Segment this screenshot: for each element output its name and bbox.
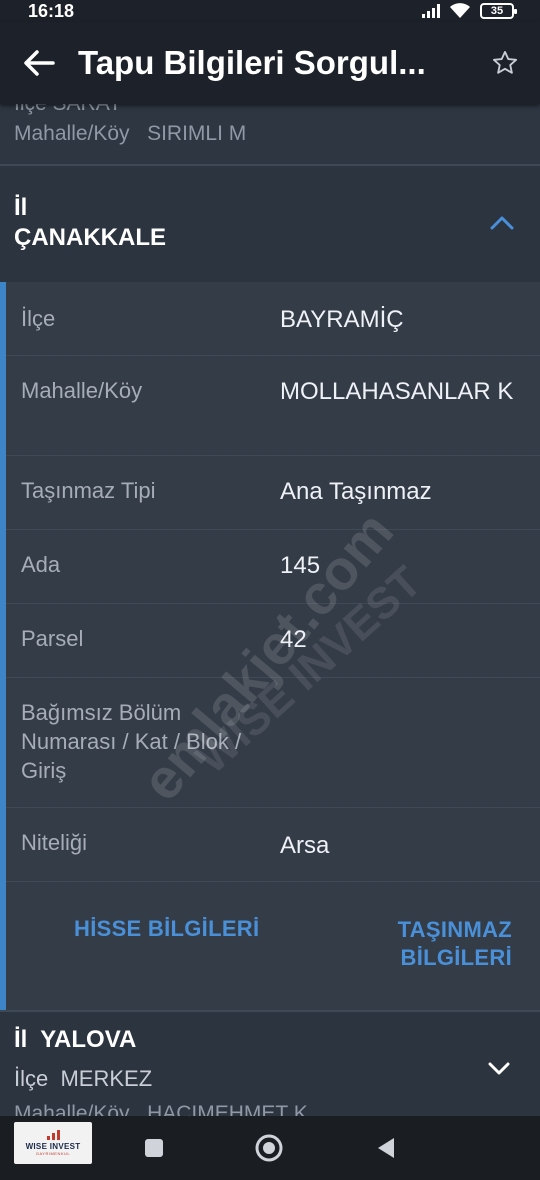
detail-row-bagimsiz-bolum: Bağımsız Bölüm Numarası / Kat / Blok / G… <box>6 678 540 808</box>
il-label: İl <box>14 194 28 221</box>
detail-value: 42 <box>280 626 307 653</box>
next-il-row: İl YALOVA <box>14 1026 136 1054</box>
next-mahalle-value: HACIMEHMET K <box>147 1102 308 1116</box>
favorite-button[interactable] <box>470 22 540 104</box>
previous-record-card[interactable]: İlçe SARAY Mahalle/Köy SIRIMLI M <box>0 104 540 164</box>
wifi-icon <box>450 3 470 18</box>
detail-label: Mahalle/Köy <box>21 378 143 403</box>
detail-row-parsel: Parsel 42 <box>6 604 540 678</box>
detail-value: 145 <box>280 552 321 579</box>
back-button[interactable] <box>0 22 78 104</box>
previous-mahalle-row: Mahalle/Köy SIRIMLI M <box>14 122 246 146</box>
logo-bars-icon <box>46 1130 60 1140</box>
expand-button[interactable] <box>488 1062 510 1080</box>
detail-label: Niteliği <box>21 830 88 855</box>
app-bar: Tapu Bilgileri Sorgul... <box>0 22 540 104</box>
next-mahalle-label: Mahalle/Köy <box>14 1102 130 1116</box>
previous-ilce-text: İlçe SARAY <box>14 104 122 116</box>
detail-row-niteligi: Niteliği Arsa <box>6 808 540 882</box>
detail-label: Parsel <box>21 626 84 651</box>
next-mahalle-row: Mahalle/Köy HACIMEHMET K <box>14 1102 308 1116</box>
next-il-value: YALOVA <box>40 1026 137 1053</box>
chevron-up-icon <box>490 216 514 230</box>
nav-back-button[interactable] <box>368 1130 404 1166</box>
status-icons: 35 <box>422 3 517 19</box>
detail-value: Arsa <box>280 832 330 859</box>
current-record-header[interactable]: İl ÇANAKKALE <box>0 166 540 282</box>
next-ilce-value: MERKEZ <box>60 1066 153 1091</box>
status-bar: 16:18 35 <box>0 0 540 22</box>
square-icon <box>145 1139 163 1157</box>
home-circle-icon <box>255 1134 283 1162</box>
battery-icon: 35 <box>480 3 517 19</box>
il-value: ÇANAKKALE <box>14 224 166 251</box>
detail-actions: HİSSE BİLGİLERİ TAŞINMAZ BİLGİLERİ <box>6 880 540 1010</box>
triangle-back-icon <box>378 1138 394 1158</box>
tasinmaz-bilgileri-button[interactable]: TAŞINMAZ BİLGİLERİ <box>362 916 512 972</box>
previous-mahalle-value: SIRIMLI M <box>147 122 247 145</box>
detail-row-ilce: İlçe BAYRAMİÇ <box>6 282 540 356</box>
detail-label: İlçe <box>21 306 56 331</box>
chevron-down-icon <box>488 1062 510 1075</box>
home-button[interactable] <box>251 1130 287 1166</box>
next-ilce-label: İlçe <box>14 1066 49 1091</box>
collapse-button[interactable] <box>490 216 514 235</box>
detail-label: Bağımsız Bölüm Numarası / Kat / Blok / G… <box>21 700 242 783</box>
status-time: 16:18 <box>28 0 75 21</box>
logo-subtext: GAYRIMENKUL <box>35 1151 71 1156</box>
watermark-logo: WISE INVEST GAYRIMENKUL <box>14 1122 92 1164</box>
page-title: Tapu Bilgileri Sorgul... <box>78 44 426 81</box>
detail-value: Ana Taşınmaz <box>280 478 432 505</box>
signal-icon <box>422 4 440 18</box>
detail-value: MOLLAHASANLAR K <box>280 378 514 405</box>
recents-button[interactable] <box>136 1130 172 1166</box>
detail-panel: İlçe BAYRAMİÇ Mahalle/Köy MOLLAHASANLAR … <box>0 282 540 1010</box>
detail-row-mahalle: Mahalle/Köy MOLLAHASANLAR K <box>6 356 540 456</box>
battery-level: 35 <box>490 5 504 17</box>
detail-row-ada: Ada 145 <box>6 530 540 604</box>
detail-label: Taşınmaz Tipi <box>21 478 156 503</box>
previous-mahalle-label: Mahalle/Köy <box>14 122 130 145</box>
detail-label: Ada <box>21 552 61 577</box>
hisse-bilgileri-button[interactable]: HİSSE BİLGİLERİ <box>74 916 259 942</box>
next-il-label: İl <box>14 1026 28 1053</box>
next-record-card[interactable]: İl YALOVA İlçe MERKEZ Mahalle/Köy HACIME… <box>0 1012 540 1116</box>
detail-row-tasinmaz-tipi: Taşınmaz Tipi Ana Taşınmaz <box>6 456 540 530</box>
star-icon <box>492 50 518 74</box>
arrow-left-icon <box>24 50 55 76</box>
next-ilce-row: İlçe MERKEZ <box>14 1066 152 1092</box>
detail-value: BAYRAMİÇ <box>280 306 404 333</box>
logo-text: WISE INVEST <box>25 1142 81 1151</box>
